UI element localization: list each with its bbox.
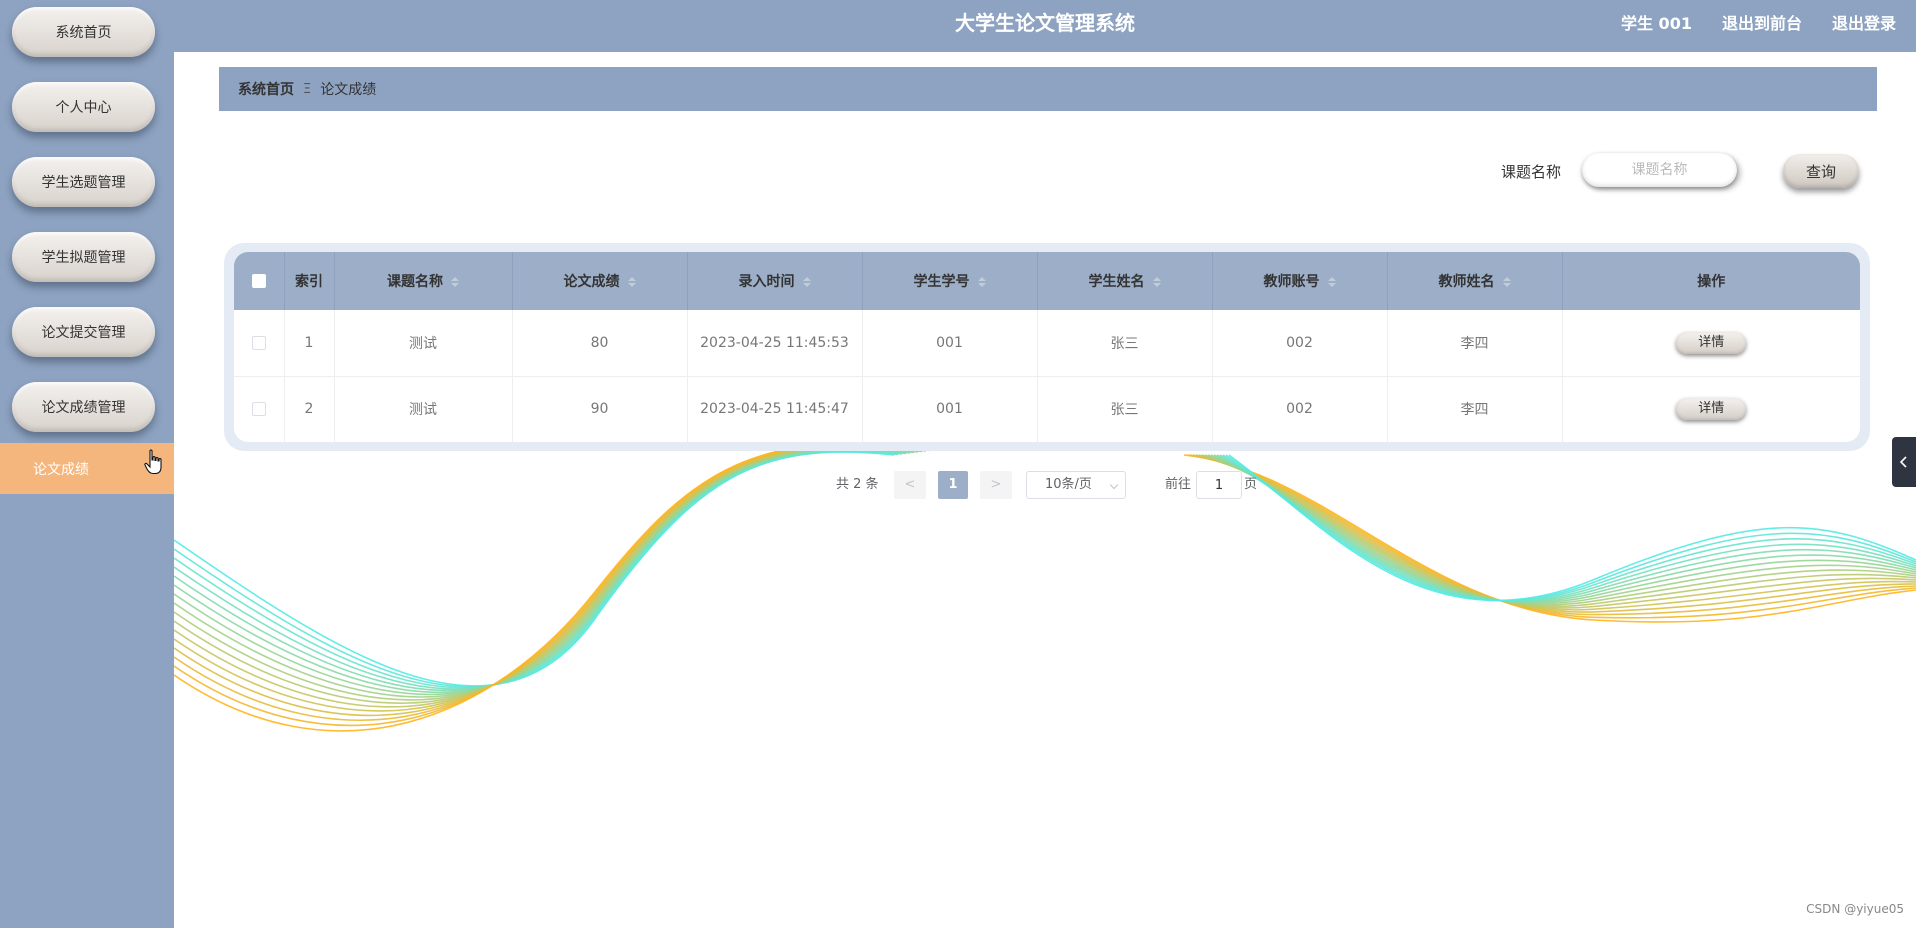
row-select-cell — [234, 310, 285, 377]
pagination-prev-button[interactable]: < — [894, 471, 926, 499]
row-select-cell — [234, 376, 285, 442]
breadcrumb: 系统首页 Ξ 论文成绩 — [219, 67, 1877, 111]
wave-line — [174, 442, 947, 722]
sidebar: 系统首页 个人中心 学生选题管理 学生拟题管理 论文提交管理 论文成绩管理 论文… — [0, 0, 174, 928]
column-header-label: 教师姓名 — [1438, 274, 1495, 290]
column-header-label: 论文成绩 — [563, 274, 620, 290]
wave-line — [1189, 454, 1916, 616]
chevron-left-icon — [1899, 456, 1907, 468]
pagination-total: 共 2 条 — [836, 477, 879, 492]
select-all-checkbox[interactable] — [251, 274, 266, 288]
column-header-label: 录入时间 — [738, 274, 795, 290]
cell-actions: 详情 — [1562, 310, 1860, 377]
search-label: 课题名称 — [1501, 163, 1562, 181]
column-header-teacher-account[interactable]: 教师账号 — [1212, 252, 1388, 310]
topic-search-input[interactable] — [1582, 153, 1737, 187]
sort-icon[interactable] — [977, 277, 986, 287]
side-panel-toggle[interactable] — [1892, 437, 1916, 487]
sidebar-item-grade-management[interactable]: 论文成绩管理 — [12, 382, 155, 432]
cell-time: 2023-04-25 11:45:53 — [687, 310, 863, 377]
pagination-next-button[interactable]: > — [980, 471, 1012, 499]
column-header-teacher-name[interactable]: 教师姓名 — [1387, 252, 1563, 310]
back-to-front-link[interactable]: 退出到前台 — [1722, 10, 1802, 34]
pagination-page-1[interactable]: 1 — [938, 471, 968, 499]
table-header-row: 索引 课题名称 论文成绩 录入时间 学生学号 学生姓名 教师账号 教师姓名 操作 — [234, 252, 1860, 310]
hand-cursor-icon — [144, 449, 162, 475]
pagination-goto-input[interactable] — [1196, 471, 1242, 499]
chevron-down-icon — [1109, 480, 1119, 490]
sidebar-item-home[interactable]: 系统首页 — [12, 7, 155, 57]
table-row: 1 测试 80 2023-04-25 11:45:53 001 张三 002 李… — [234, 310, 1860, 377]
column-header-label: 学生姓名 — [1088, 274, 1145, 290]
cell-time: 2023-04-25 11:45:47 — [687, 376, 863, 442]
detail-button[interactable]: 详情 — [1676, 331, 1747, 354]
header-actions: 学生 001 退出到前台 退出登录 — [1621, 0, 1896, 44]
select-all-cell — [234, 252, 285, 310]
sidebar-item-personal-center[interactable]: 个人中心 — [12, 82, 155, 132]
wave-line — [1195, 454, 1916, 611]
column-header-label: 课题名称 — [387, 274, 443, 290]
wave-line — [1201, 454, 1916, 608]
wave-line — [174, 444, 939, 712]
page-size-select[interactable]: 10条/页 — [1026, 471, 1126, 499]
cell-score: 90 — [512, 376, 688, 442]
sort-icon[interactable] — [1327, 277, 1336, 287]
cell-teacher-name: 李四 — [1387, 310, 1563, 377]
column-header-student-name[interactable]: 学生姓名 — [1037, 252, 1213, 310]
cell-teacher-account: 002 — [1212, 376, 1388, 442]
sidebar-item-topic-proposal[interactable]: 学生拟题管理 — [12, 232, 155, 282]
cell-student-name: 张三 — [1037, 310, 1213, 377]
sidebar-item-paper-submission[interactable]: 论文提交管理 — [12, 307, 155, 357]
cell-student-name: 张三 — [1037, 376, 1213, 442]
cell-index: 1 — [284, 310, 335, 377]
sort-icon[interactable] — [1502, 277, 1511, 287]
cell-student-no: 001 — [862, 376, 1038, 442]
wave-line — [1198, 454, 1916, 609]
cell-index: 2 — [284, 376, 335, 442]
cell-teacher-account: 002 — [1212, 310, 1388, 377]
wave-line — [174, 451, 895, 687]
row-checkbox[interactable] — [251, 335, 266, 350]
column-header-index: 索引 — [284, 252, 335, 310]
breadcrumb-separator: Ξ — [303, 81, 312, 97]
table-container: 索引 课题名称 论文成绩 录入时间 学生学号 学生姓名 教师账号 教师姓名 操作… — [224, 243, 1870, 451]
sort-icon[interactable] — [627, 277, 636, 287]
column-header-label: 学生学号 — [913, 274, 970, 290]
pagination-page-unit: 页 — [1244, 477, 1258, 492]
sort-icon[interactable] — [451, 277, 459, 287]
wave-line — [174, 450, 899, 688]
breadcrumb-current: 论文成绩 — [320, 82, 377, 98]
column-header-score[interactable]: 论文成绩 — [512, 252, 688, 310]
column-header-label: 教师账号 — [1263, 274, 1320, 290]
cell-score: 80 — [512, 310, 688, 377]
background-wave-decoration — [174, 441, 1916, 732]
column-header-student-no[interactable]: 学生学号 — [862, 252, 1038, 310]
cell-topic: 测试 — [334, 376, 513, 442]
current-user[interactable]: 学生 001 — [1621, 10, 1692, 34]
top-header: 大学生论文管理系统 学生 001 退出到前台 退出登录 — [174, 0, 1916, 52]
breadcrumb-home[interactable]: 系统首页 — [238, 79, 294, 99]
pagination-goto-label: 前往 — [1165, 477, 1192, 492]
row-checkbox[interactable] — [251, 402, 266, 416]
search-button[interactable]: 查询 — [1783, 154, 1859, 188]
column-header-time[interactable]: 录入时间 — [687, 252, 863, 310]
sort-icon[interactable] — [802, 277, 811, 287]
sort-icon[interactable] — [1152, 277, 1161, 287]
logout-link[interactable]: 退出登录 — [1832, 10, 1896, 34]
column-header-actions: 操作 — [1562, 252, 1860, 310]
sidebar-item-topic-selection[interactable]: 学生选题管理 — [12, 157, 155, 207]
wave-line — [174, 445, 931, 704]
cell-student-no: 001 — [862, 310, 1038, 377]
data-table: 索引 课题名称 论文成绩 录入时间 学生学号 学生姓名 教师账号 教师姓名 操作… — [234, 252, 1860, 442]
cell-teacher-name: 李四 — [1387, 376, 1563, 442]
watermark: CSDN @yiyue05 — [1806, 902, 1904, 916]
column-header-topic[interactable]: 课题名称 — [334, 252, 513, 310]
cell-topic: 测试 — [334, 310, 513, 377]
wave-line — [174, 447, 919, 696]
detail-button[interactable]: 详情 — [1676, 398, 1747, 420]
cell-actions: 详情 — [1562, 376, 1860, 442]
table-row: 2 测试 90 2023-04-25 11:45:47 001 张三 002 李… — [234, 376, 1860, 442]
page-size-value: 10条/页 — [1045, 477, 1092, 492]
